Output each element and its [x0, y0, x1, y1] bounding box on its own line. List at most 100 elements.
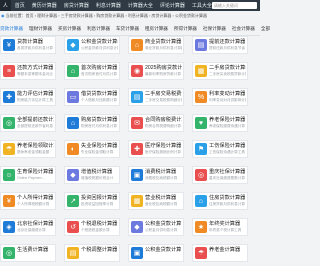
nav-item[interactable]: 黄历计算器 [32, 2, 57, 9]
nav-item[interactable]: 首页 [15, 2, 25, 9]
calculator-card[interactable]: ♥ 养老保险计算器 养老保险缴费待遇计算 [192, 114, 248, 132]
calculator-card[interactable]: ◆ 公积金贷款计算 公积金月供利息计算 [128, 218, 184, 236]
calculator-card[interactable]: ≡ 还款方式计算器 等额本息等额本金对比 [0, 62, 56, 80]
calculator-description: 首次购房首付月供计算 [81, 72, 117, 76]
calculator-card[interactable]: ▦ 营业税计算器 营业税应纳税额计算 [128, 192, 184, 210]
category-tab[interactable]: 所得计算器 [171, 26, 200, 34]
category-tab[interactable]: 利息计算器 [84, 26, 113, 34]
breadcrumb-text[interactable]: 当前位置：首页 › 理财计算器 › 三手房贷款计算器 › 购房贷款计算器 › 利… [6, 13, 207, 18]
calculator-description: 个税退税金额计算 [81, 228, 110, 232]
category-tab[interactable]: 社会计算器 [229, 26, 258, 34]
calculator-card[interactable]: ↗ 投资回报计算器 投资收益回报率计算 [64, 192, 120, 210]
calculator-icon: ✉ [131, 117, 143, 129]
calculator-title: 生活费计算器 [17, 247, 49, 253]
location-pin-icon: ◉ [1, 13, 5, 18]
calculator-description: 最新利率购房贷款计算 [145, 72, 181, 76]
calculator-card[interactable]: ◆公积金贷款计算器公积金贷款月供利息计算 [64, 36, 120, 54]
calculator-title: 增值税计算器 [81, 169, 113, 175]
calculator-card[interactable]: % 利率变动计算器 利率变动对月供影响计算 [192, 88, 248, 106]
calculator-icon: ◆ [131, 221, 143, 233]
calculator-card[interactable]: ☂养老保险领取计算退休养老金领取金额 [0, 140, 56, 158]
nav-item[interactable]: 计算器大全 [128, 2, 153, 9]
calculator-card[interactable]: ⚑ 工伤保险计算器 工伤保险待遇计算工具 [192, 140, 248, 158]
calculator-description: 购房合同税费明细计算 [145, 124, 181, 128]
calculator-description: 养老保险缴费待遇计算 [209, 124, 245, 128]
calculator-description: 重庆社保缴费基数计算 [209, 176, 245, 180]
calculator-card[interactable]: ▭ 借贷贷款计算器 个人借款月还款额计算 [64, 88, 120, 106]
calculator-icon: ▣ [131, 169, 143, 181]
calculator-card[interactable]: ▤ 提前还款计算器 提前还款月供利息节省 [192, 36, 248, 54]
calculator-card[interactable]: ▦二手房贷款计算器二手房买卖税费贷款计算 [192, 62, 248, 80]
category-tab[interactable]: 买房计算器 [55, 26, 84, 34]
category-tab[interactable]: 全部 [258, 26, 273, 34]
calculator-icon: ⌂ [131, 39, 143, 51]
calculator-card[interactable]: ◉2025购房贷款计算器最新利率购房贷款计算 [128, 62, 184, 80]
calculator-icon: ¥ [3, 195, 15, 207]
calculator-icon: ◎ [3, 117, 15, 129]
calculator-card[interactable]: ◎ 重庆社保计算器 重庆社保缴费基数计算 [192, 166, 248, 184]
calculator-title: 首次购房计算器 [81, 65, 118, 71]
calculator-card[interactable]: ▤二手房交易税费计算二手房交易税费明细计算 [128, 88, 184, 106]
calculator-card[interactable]: ◈ 北京社保计算器 北京社保缴费计算 [0, 218, 56, 236]
calculator-icon: ↺ [67, 221, 79, 233]
calculator-card[interactable]: ¥ 个人所得计算器 个人所得税税额计算 [0, 192, 56, 210]
calculator-icon: ⚑ [195, 143, 207, 155]
calculator-description: 各类贷款月供利息计算 [17, 46, 53, 50]
calculator-description: 二手房买卖税费贷款计算 [209, 72, 246, 76]
calculator-icon: ▣ [131, 247, 143, 259]
top-navbar: 人 首页 黄历计算器 房贷计算器 利息计算器 计算器大全 评论计算器 工具大全 请输入关键词 [0, 0, 260, 11]
calculator-icon: ◉ [131, 65, 143, 77]
nav-item[interactable]: 工具大全 [192, 2, 212, 9]
calculator-description: 二手房交易税费明细计算 [145, 98, 182, 102]
calculator-icon: ☂ [3, 143, 15, 155]
search-input[interactable]: 请输入关键词 [211, 2, 257, 9]
nav-item[interactable]: 房贷计算器 [64, 2, 89, 9]
calculator-card[interactable]: ◎ 生活费计算器 [0, 244, 56, 262]
calculator-card[interactable]: ☂ 养老金计算器 [192, 244, 248, 262]
calculator-card[interactable]: ◎全部提前还款计算全部提前还款节省利息 [0, 114, 56, 132]
breadcrumb: ◉ 当前位置：首页 › 理财计算器 › 三手房贷款计算器 › 购房贷款计算器 ›… [0, 13, 260, 20]
category-tab[interactable]: 租房计算器 [142, 26, 171, 34]
calculator-icon: ⌂ [195, 195, 207, 207]
calculator-grid: ¥贷款计算器各类贷款月供利息计算 ◆公积金贷款计算器公积金贷款月供利息计算 ⌂商业贷… [0, 36, 260, 266]
category-tab[interactable]: 贷款计算器 [0, 26, 26, 34]
calculator-card[interactable]: ▣ 公积金贷款计算 [128, 244, 184, 262]
calculator-title: 合同购房税费计算 [145, 117, 182, 123]
calculator-card[interactable]: ◆ 增值税计算器 增值税税额价税合计 [64, 166, 120, 184]
main-nav: 首页 黄历计算器 房贷计算器 利息计算器 计算器大全 评论计算器 工具大全 [15, 2, 212, 9]
calculator-card[interactable]: ✚ 医疗保险计算器 医疗保险报销比例计算 [128, 140, 184, 158]
calculator-title: 公积金贷款计算 [145, 221, 182, 227]
category-tab[interactable]: 理财计算器 [26, 26, 55, 34]
calculator-card[interactable]: ★ 年终奖计算器 年终奖个税计算工具 [192, 218, 248, 236]
calculator-description: 工伤保险待遇计算工具 [209, 150, 245, 154]
calculator-title: 养老保险计算器 [209, 117, 246, 123]
calculator-card[interactable]: ☺ 生育保险计算器 Online Paymen... [0, 166, 56, 184]
calculator-card[interactable]: ¥ 贷款计算器 各类贷款月供利息计算 [0, 36, 56, 54]
calculator-icon: ♥ [195, 117, 207, 129]
calculator-card[interactable]: ⌂ 购房贷款计算器 购房首付月供利息计算 [64, 114, 120, 132]
category-tab[interactable]: 车贷计算器 [113, 26, 142, 34]
site-logo[interactable]: 人 [0, 0, 11, 11]
calculator-card[interactable]: ◐ 失业保险计算器 失业保险金领取计算 [64, 140, 120, 158]
calculator-icon: ☂ [195, 247, 207, 259]
calculator-card[interactable]: ⌂ 商业贷款计算器 商业贷款月供利息计算器 [128, 36, 184, 54]
calculator-card[interactable]: ↺ 个税退税计算器 个税退税金额计算 [64, 218, 120, 236]
calculator-card[interactable]: ▤ 个税调整计算器 [64, 244, 120, 262]
calculator-card[interactable]: ⌂ 首次购房计算器 首次购房首付月供计算 [64, 62, 120, 80]
nav-item[interactable]: 利息计算器 [96, 2, 121, 9]
calculator-title: 能力评估计算器 [17, 91, 54, 97]
calculator-title: 二手房贷款计算器 [209, 65, 246, 71]
calculator-icon: ▦ [131, 195, 143, 207]
calculator-description: 购房能力评估计算工具 [17, 98, 53, 102]
calculator-card[interactable]: ⌂ 住房贷款计算器 住房贷款月供利息计算 [192, 192, 248, 210]
calculator-card[interactable]: ▣ 消费税计算器 消费税应纳税额计算 [128, 166, 184, 184]
calculator-icon: ◎ [195, 169, 207, 181]
calculator-description: 退休养老金领取金额 [17, 150, 50, 154]
calculator-description: 住房贷款月供利息计算 [209, 202, 245, 206]
calculator-description: 全部提前还款节省利息 [17, 124, 53, 128]
nav-item[interactable]: 评论计算器 [160, 2, 185, 9]
calculator-card[interactable]: ✉合同购房税费计算购房合同税费明细计算 [128, 114, 184, 132]
category-tab[interactable]: 社保计算器 [200, 26, 229, 34]
calculator-card[interactable]: ✚ 能力评估计算器 购房能力评估计算工具 [0, 88, 56, 106]
calculator-title: 投资回报计算器 [81, 195, 118, 201]
